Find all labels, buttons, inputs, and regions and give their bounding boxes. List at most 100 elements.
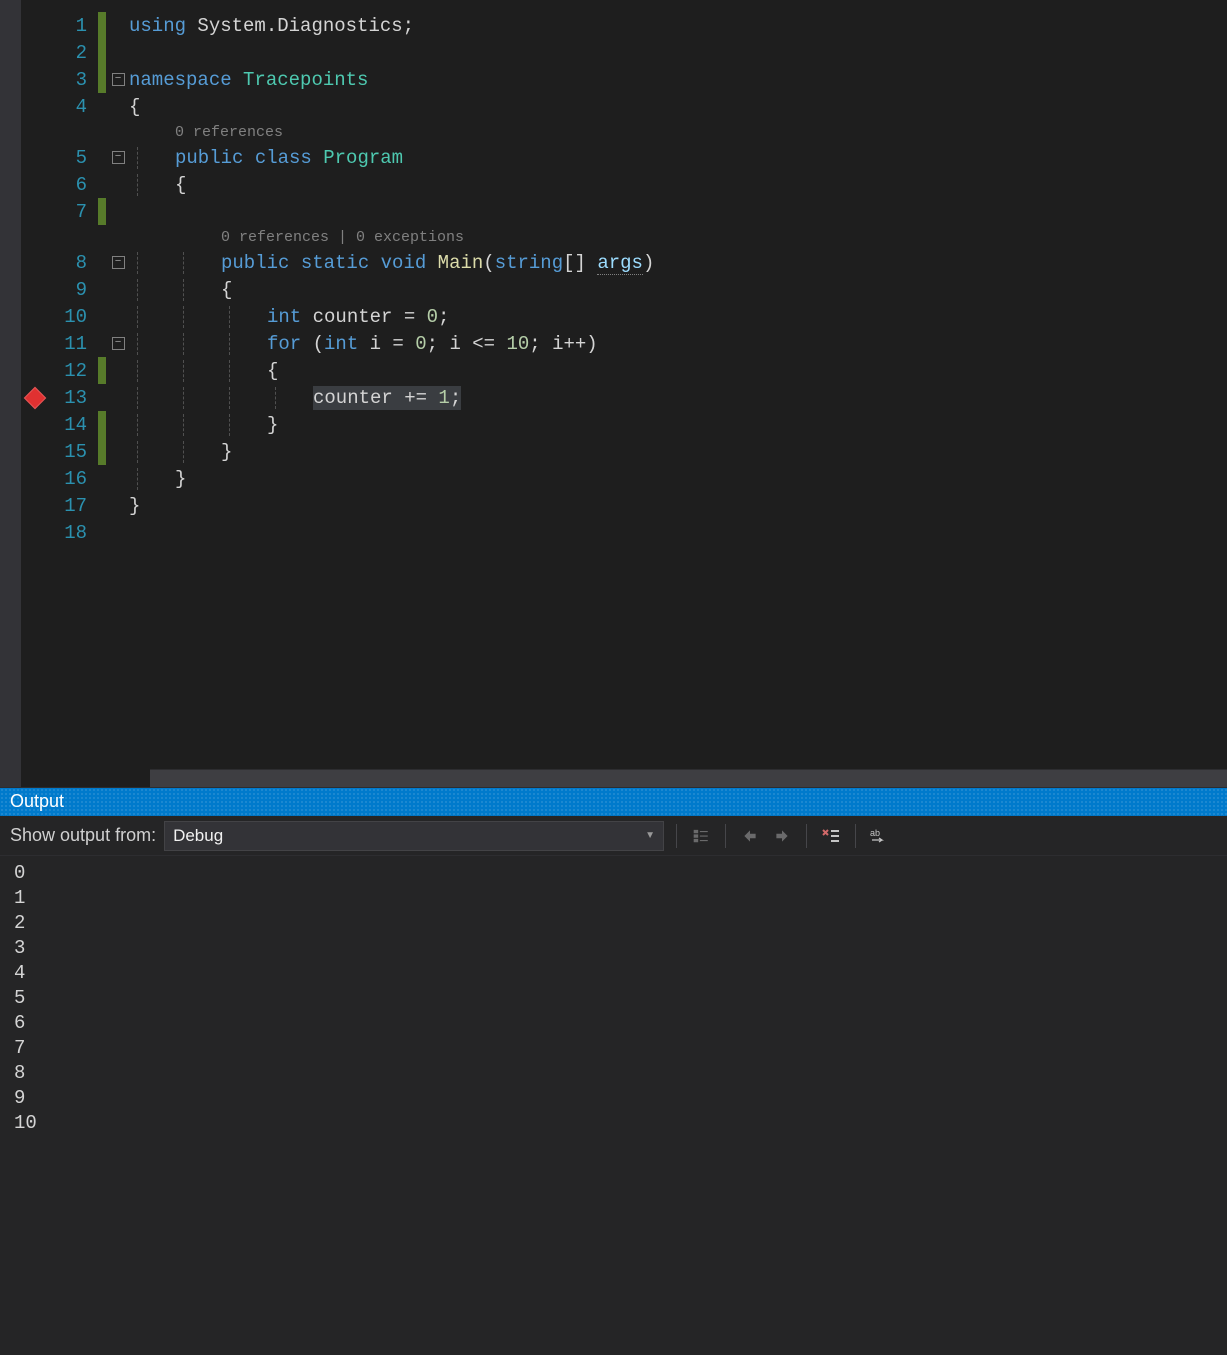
- change-indicator: [97, 144, 107, 171]
- svg-text:ab: ab: [870, 828, 880, 838]
- output-line: 6: [14, 1012, 1213, 1037]
- output-title-bar[interactable]: Output: [0, 788, 1227, 816]
- code-line[interactable]: 3 −namespace Tracepoints: [21, 66, 654, 93]
- code-line[interactable]: 4{: [21, 93, 654, 120]
- code-line[interactable]: 5 −public class Program: [21, 144, 654, 171]
- code-text[interactable]: public static void Main(string[] args): [129, 252, 654, 274]
- tracepoint-icon[interactable]: [24, 386, 47, 409]
- line-number: 10: [49, 306, 97, 328]
- change-indicator: [97, 384, 107, 411]
- output-line: 1: [14, 887, 1213, 912]
- fold-gutter[interactable]: −: [107, 256, 129, 269]
- code-line[interactable]: 8−public static void Main(string[] args): [21, 249, 654, 276]
- breakpoint-gutter[interactable]: [21, 390, 49, 406]
- code-text[interactable]: {: [129, 279, 232, 301]
- line-number: 16: [49, 468, 97, 490]
- code-line[interactable]: 18: [21, 519, 654, 546]
- line-number: 1: [49, 15, 97, 37]
- code-line[interactable]: 14}: [21, 411, 654, 438]
- fold-collapse-icon[interactable]: −: [112, 256, 125, 269]
- code-line[interactable]: 12{: [21, 357, 654, 384]
- change-indicator: [97, 276, 107, 303]
- horizontal-scrollbar[interactable]: [150, 769, 1227, 787]
- line-number: 6: [49, 174, 97, 196]
- line-number: 2: [49, 42, 97, 64]
- code-text[interactable]: }: [129, 441, 232, 463]
- code-text[interactable]: for (int i = 0; i <= 10; i++): [129, 333, 598, 355]
- code-text[interactable]: int counter = 0;: [129, 306, 449, 328]
- word-wrap-icon[interactable]: ab: [868, 824, 892, 848]
- code-line[interactable]: 9{: [21, 276, 654, 303]
- code-line[interactable]: 7: [21, 198, 654, 225]
- change-indicator: [97, 12, 107, 39]
- code-text[interactable]: {: [129, 174, 186, 196]
- output-toolbar: Show output from: Debug ▼ ab: [0, 816, 1227, 856]
- output-line: 2: [14, 912, 1213, 937]
- show-output-from-label: Show output from:: [10, 825, 156, 846]
- change-indicator: [97, 411, 107, 438]
- code-line[interactable]: 15}: [21, 438, 654, 465]
- next-icon[interactable]: [770, 824, 794, 848]
- code-line[interactable]: 1 using System.Diagnostics;: [21, 12, 654, 39]
- output-panel: Output Show output from: Debug ▼ ab 0123…: [0, 787, 1227, 1355]
- code-text[interactable]: {: [129, 96, 140, 118]
- line-number: 14: [49, 414, 97, 436]
- change-indicator: [97, 357, 107, 384]
- codelens-references[interactable]: 0 references: [129, 121, 283, 143]
- code-line[interactable]: 10 int counter = 0;: [21, 303, 654, 330]
- line-number: 5: [49, 147, 97, 169]
- fold-collapse-icon[interactable]: −: [112, 151, 125, 164]
- code-text[interactable]: namespace Tracepoints: [129, 69, 368, 91]
- code-line[interactable]: 16}: [21, 465, 654, 492]
- output-title: Output: [10, 791, 64, 812]
- fold-collapse-icon[interactable]: −: [112, 337, 125, 350]
- code-line[interactable]: 17}: [21, 492, 654, 519]
- output-line: 5: [14, 987, 1213, 1012]
- change-indicator: [97, 249, 107, 276]
- output-source-value: Debug: [173, 826, 223, 846]
- code-line[interactable]: 13counter += 1;: [21, 384, 654, 411]
- fold-gutter[interactable]: −: [107, 337, 129, 350]
- toolbar-separator: [855, 824, 856, 848]
- output-line: 8: [14, 1062, 1213, 1087]
- line-number: 3: [49, 69, 97, 91]
- code-text[interactable]: {: [129, 360, 278, 382]
- output-line: 9: [14, 1087, 1213, 1112]
- code-text[interactable]: }: [129, 414, 278, 436]
- line-number: 9: [49, 279, 97, 301]
- fold-gutter[interactable]: −: [107, 151, 129, 164]
- code-text[interactable]: }: [129, 468, 186, 490]
- output-line: 0: [14, 862, 1213, 887]
- output-source-dropdown[interactable]: Debug ▼: [164, 821, 664, 851]
- line-number: 17: [49, 495, 97, 517]
- output-line: 4: [14, 962, 1213, 987]
- change-indicator: [97, 492, 107, 519]
- code-text[interactable]: counter += 1;: [129, 387, 461, 409]
- code-editor[interactable]: 1using System.Diagnostics;23−namespace T…: [0, 0, 1227, 787]
- fold-gutter[interactable]: −: [107, 73, 129, 86]
- change-indicator: [97, 465, 107, 492]
- change-indicator: [97, 39, 107, 66]
- change-indicator: [97, 303, 107, 330]
- code-line[interactable]: 6{: [21, 171, 654, 198]
- toolbar-separator: [676, 824, 677, 848]
- code-text[interactable]: }: [129, 495, 140, 517]
- code-text[interactable]: using System.Diagnostics;: [129, 15, 414, 37]
- output-line: 10: [14, 1112, 1213, 1137]
- output-line: 3: [14, 937, 1213, 962]
- chevron-down-icon: ▼: [645, 830, 655, 841]
- outline-strip: [0, 0, 21, 787]
- code-line[interactable]: 2: [21, 39, 654, 66]
- change-indicator: [97, 93, 107, 120]
- change-indicator: [97, 330, 107, 357]
- indent-guide-icon[interactable]: [689, 824, 713, 848]
- codelens-references[interactable]: 0 references | 0 exceptions: [129, 226, 464, 248]
- output-text[interactable]: 012345678910: [0, 856, 1227, 1355]
- fold-collapse-icon[interactable]: −: [112, 73, 125, 86]
- code-text[interactable]: public class Program: [129, 147, 403, 169]
- toolbar-separator: [725, 824, 726, 848]
- change-indicator: [97, 438, 107, 465]
- clear-all-icon[interactable]: [819, 824, 843, 848]
- previous-icon[interactable]: [738, 824, 762, 848]
- code-line[interactable]: 11−for (int i = 0; i <= 10; i++): [21, 330, 654, 357]
